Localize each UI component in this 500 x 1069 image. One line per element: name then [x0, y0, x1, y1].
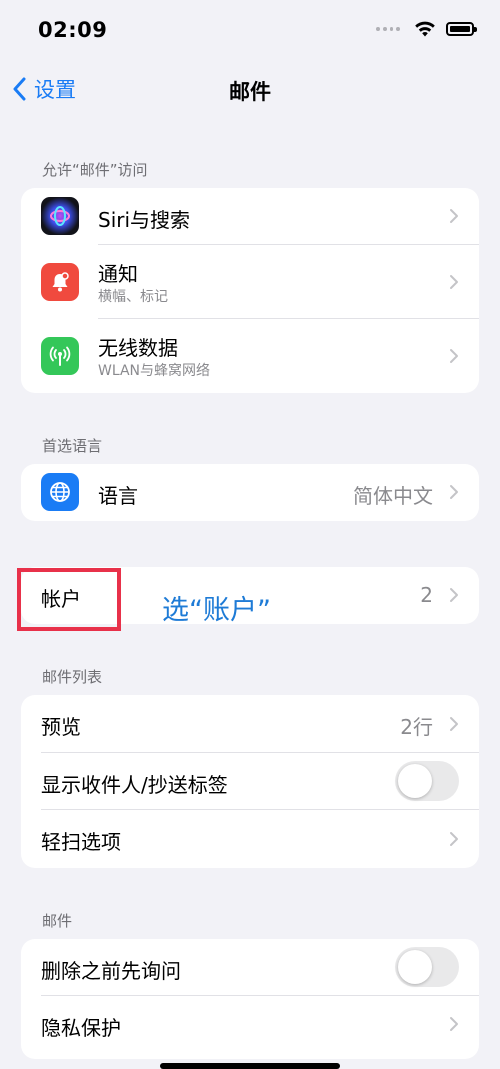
- chevron-right-icon: [450, 1017, 458, 1031]
- wireless-data-label: 无线数据: [98, 336, 178, 360]
- show-to-cc-toggle[interactable]: [395, 761, 459, 801]
- navigation-bar: 设置 邮件: [0, 62, 500, 116]
- language-row[interactable]: 语言 简体中文: [21, 464, 479, 521]
- siri-search-row[interactable]: Siri与搜索: [21, 188, 479, 245]
- language-label: 语言: [98, 484, 138, 508]
- toggle-knob: [398, 764, 432, 798]
- preview-row[interactable]: 预览 2行: [21, 695, 479, 753]
- siri-search-label: Siri与搜索: [98, 208, 191, 232]
- globe-icon: [41, 473, 79, 511]
- mail-list-group: 预览 2行 显示收件人/抄送标签 轻扫选项: [21, 695, 479, 868]
- privacy-protection-row[interactable]: 隐私保护: [21, 996, 479, 1053]
- language-group: 语言 简体中文: [21, 464, 479, 521]
- ask-before-delete-label: 删除之前先询问: [41, 959, 181, 983]
- show-to-cc-label: 显示收件人/抄送标签: [41, 773, 228, 797]
- chevron-right-icon: [450, 485, 458, 499]
- siri-icon: [41, 197, 79, 235]
- section-header-language: 首选语言: [42, 437, 103, 455]
- mail-group: 删除之前先询问 隐私保护: [21, 939, 479, 1059]
- toggle-knob: [398, 950, 432, 984]
- notifications-sublabel: 横幅、标记: [98, 289, 168, 305]
- chevron-right-icon: [450, 275, 458, 289]
- ask-before-delete-toggle[interactable]: [395, 947, 459, 987]
- preview-value: 2行: [400, 715, 433, 739]
- privacy-protection-label: 隐私保护: [41, 1016, 121, 1040]
- ask-before-delete-row: 删除之前先询问: [21, 939, 479, 996]
- notifications-row[interactable]: 通知 横幅、标记: [21, 245, 479, 319]
- chevron-right-icon: [450, 349, 458, 363]
- access-group: Siri与搜索 通知 横幅、标记 无线数据 WLAN与蜂窝网络: [21, 188, 479, 393]
- battery-icon: [446, 21, 477, 36]
- annotation-text: 选“账户”: [162, 595, 271, 626]
- section-header-mail: 邮件: [42, 912, 73, 930]
- antenna-icon: [41, 337, 79, 375]
- chevron-right-icon: [450, 588, 458, 602]
- chevron-right-icon: [450, 832, 458, 846]
- wifi-icon: [415, 21, 435, 37]
- wireless-data-sublabel: WLAN与蜂窝网络: [98, 363, 211, 379]
- section-header-access: 允许“邮件”访问: [42, 161, 148, 179]
- accounts-count: 2: [420, 583, 433, 607]
- bell-icon: [41, 263, 79, 301]
- status-icons: [376, 20, 477, 37]
- notifications-label: 通知: [98, 262, 138, 286]
- chevron-right-icon: [450, 209, 458, 223]
- page-title: 邮件: [229, 80, 271, 104]
- signal-dots-icon: [376, 26, 400, 32]
- status-bar: 02:09: [0, 0, 500, 60]
- section-header-mail-list: 邮件列表: [42, 668, 103, 686]
- swipe-options-row[interactable]: 轻扫选项: [21, 810, 479, 868]
- chevron-right-icon: [450, 717, 458, 731]
- show-to-cc-row: 显示收件人/抄送标签: [21, 753, 479, 810]
- swipe-options-label: 轻扫选项: [41, 830, 121, 854]
- status-time: 02:09: [38, 18, 108, 42]
- home-indicator: [160, 1063, 340, 1069]
- preview-label: 预览: [41, 715, 81, 739]
- wireless-data-row[interactable]: 无线数据 WLAN与蜂窝网络: [21, 319, 479, 393]
- language-value: 简体中文: [353, 484, 433, 508]
- annotation-highlight-box: [17, 568, 121, 631]
